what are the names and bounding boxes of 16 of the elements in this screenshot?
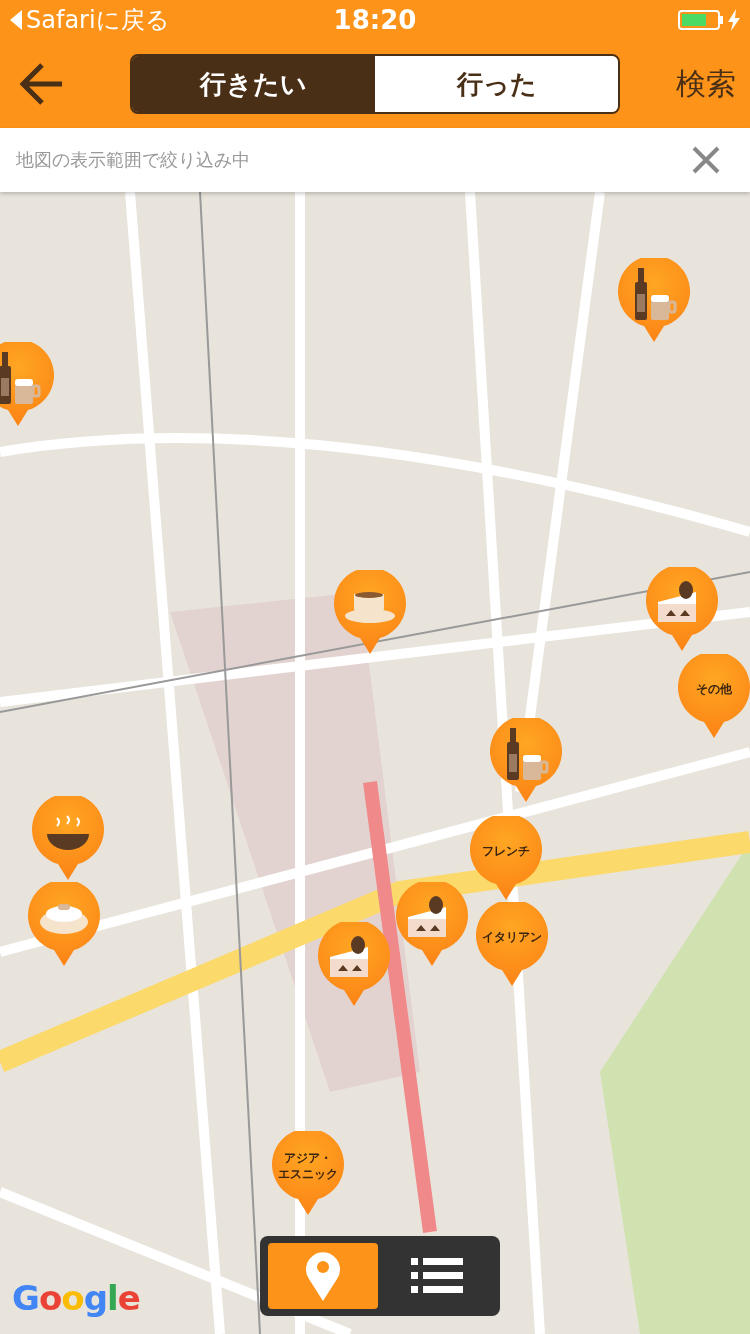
filter-status-text: 地図の表示範囲で絞り込み中 bbox=[16, 148, 250, 172]
list-icon bbox=[411, 1256, 463, 1296]
bottle-and-mug-icon bbox=[0, 352, 41, 404]
segment-tab[interactable]: 行きたい bbox=[132, 56, 375, 112]
charging-bolt-icon bbox=[728, 9, 740, 31]
search-button[interactable]: 検索 bbox=[676, 63, 736, 105]
pin-label: アジア・ bbox=[284, 1151, 332, 1167]
google-logo: Google bbox=[12, 1278, 140, 1318]
back-caret-icon bbox=[10, 10, 22, 30]
close-icon[interactable] bbox=[692, 146, 720, 174]
battery-icon bbox=[678, 10, 724, 30]
status-time: 18:20 bbox=[333, 5, 417, 35]
pin-label: エスニック bbox=[278, 1167, 338, 1183]
location-pin-icon bbox=[305, 1251, 341, 1301]
back-arrow-icon[interactable] bbox=[20, 63, 64, 105]
segment-tab[interactable]: 行った bbox=[375, 56, 618, 112]
